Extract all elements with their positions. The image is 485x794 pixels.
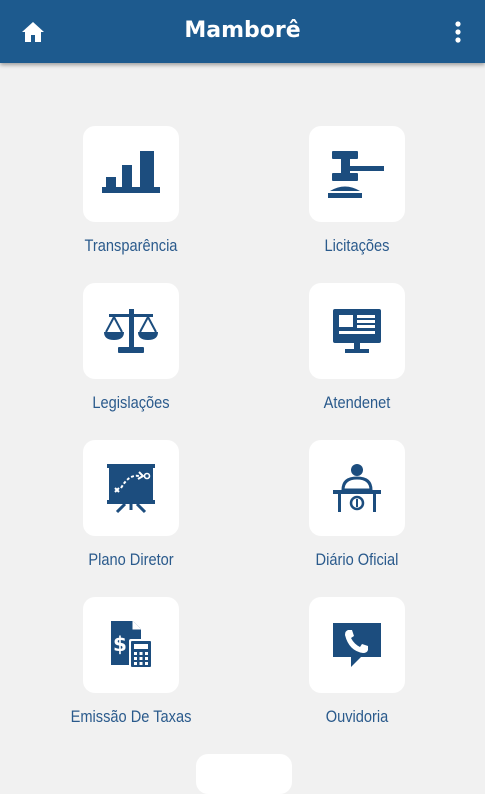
strategy-board-icon bbox=[107, 464, 155, 514]
tile-icon-box bbox=[83, 283, 179, 379]
tile-icon-box bbox=[309, 126, 405, 222]
monitor-news-icon bbox=[333, 309, 381, 353]
more-vertical-icon[interactable] bbox=[443, 17, 473, 47]
tile-icon-box: $ bbox=[83, 597, 179, 693]
tile-icon-box bbox=[309, 597, 405, 693]
tile-transparencia[interactable]: Transparência bbox=[36, 126, 226, 266]
tile-icon-box bbox=[83, 126, 179, 222]
phone-chat-icon bbox=[333, 623, 381, 667]
tile-label: Diário Oficial bbox=[315, 550, 399, 569]
tile-plano-diretor[interactable]: Plano Diretor bbox=[36, 440, 226, 580]
tile-label: Atendenet bbox=[323, 393, 391, 412]
tile-diario-oficial[interactable]: Diário Oficial bbox=[262, 440, 452, 580]
official-desk-icon bbox=[333, 464, 381, 512]
tile-label: Emissão De Taxas bbox=[70, 707, 192, 726]
home-icon[interactable] bbox=[18, 17, 48, 47]
bar-chart-icon bbox=[102, 151, 160, 193]
app-title: Mamborê bbox=[184, 18, 301, 43]
tile-label: Transparência bbox=[84, 236, 178, 255]
tile-licitacoes[interactable]: Licitações bbox=[262, 126, 452, 266]
tile-ouvidoria[interactable]: Ouvidoria bbox=[262, 597, 452, 737]
tile-label: Licitações bbox=[324, 236, 390, 255]
tile-icon-box bbox=[83, 440, 179, 536]
tile-partial[interactable] bbox=[196, 754, 292, 794]
app-bar: Mamborê bbox=[0, 0, 485, 63]
tile-icon-box bbox=[309, 283, 405, 379]
svg-text:$: $ bbox=[113, 632, 127, 656]
tile-label: Plano Diretor bbox=[88, 550, 174, 569]
tile-atendenet[interactable]: Atendenet bbox=[262, 283, 452, 423]
tile-legislacoes[interactable]: Legislações bbox=[36, 283, 226, 423]
tile-emissao-de-taxas[interactable]: $ Emissão De Taxas bbox=[36, 597, 226, 737]
tile-icon-box bbox=[309, 440, 405, 536]
tile-label: Legislações bbox=[92, 393, 170, 412]
tile-label: Ouvidoria bbox=[325, 707, 389, 726]
tax-calculator-icon: $ bbox=[111, 621, 153, 669]
gavel-icon bbox=[328, 151, 384, 198]
scales-icon bbox=[104, 309, 158, 353]
